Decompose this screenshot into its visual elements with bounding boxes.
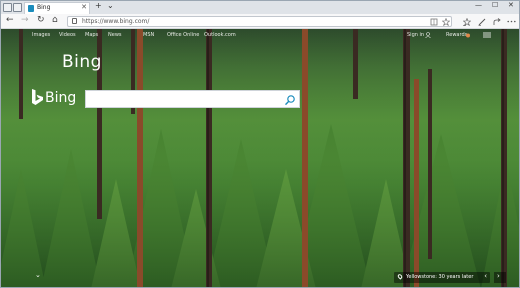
search-box[interactable] [85, 90, 300, 108]
lock-icon [72, 18, 77, 24]
user-avatar-icon[interactable] [425, 32, 431, 38]
tab-close-icon[interactable]: ✕ [81, 3, 87, 11]
search-input[interactable] [88, 93, 278, 106]
sign-in-link[interactable]: Sign in [407, 32, 424, 38]
image-caption[interactable]: Yellowstone: 30 years later [406, 274, 473, 280]
nav-news[interactable]: News [108, 32, 122, 38]
nav-msn[interactable]: MSN [143, 32, 154, 38]
nav-images[interactable]: Images [32, 32, 50, 38]
nav-office-online[interactable]: Office Online [167, 32, 199, 38]
url-text[interactable]: https://www.bing.com/ [82, 18, 149, 25]
forward-button[interactable]: → [21, 15, 29, 25]
bing-favicon-icon [28, 5, 34, 12]
search-icon[interactable] [284, 94, 296, 106]
address-bar[interactable]: https://www.bing.com/ [67, 16, 452, 27]
browser-window: Bing ✕ + ⌄ — ☐ ✕ ← → ↻ ⌂ https://www.bin… [0, 0, 520, 288]
bing-logo-text: Bing [45, 90, 77, 106]
next-image-icon[interactable]: › [497, 272, 500, 280]
tab-bing[interactable]: Bing ✕ [24, 2, 90, 14]
close-window-button[interactable]: ✕ [508, 1, 514, 9]
image-info-bar[interactable]: Yellowstone: 30 years later ‹ [394, 272, 490, 283]
bing-b-icon [32, 89, 43, 105]
maximize-button[interactable]: ☐ [492, 1, 498, 9]
location-pin-icon [396, 273, 404, 280]
rewards-medal-icon[interactable] [465, 32, 471, 38]
nav-maps[interactable]: Maps [85, 32, 98, 38]
minimize-button[interactable]: — [475, 1, 482, 9]
tab-strip: Bing ✕ + ⌄ — ☐ ✕ [1, 1, 519, 14]
navigation-bar: ← → ↻ ⌂ https://www.bing.com/ [1, 14, 519, 29]
more-icon[interactable] [507, 20, 516, 23]
headline-bing: Bing [62, 52, 102, 72]
refresh-button[interactable]: ↻ [37, 15, 45, 25]
nav-outlook[interactable]: Outlook.com [204, 32, 236, 38]
back-button[interactable]: ← [6, 15, 14, 25]
nav-videos[interactable]: Videos [59, 32, 76, 38]
set-aside-tabs-icon[interactable] [13, 3, 22, 12]
tab-menu-chevron-icon[interactable]: ⌄ [107, 1, 114, 10]
tab-title: Bing [37, 4, 51, 11]
tab-preview-icon[interactable] [3, 3, 12, 12]
hamburger-menu-icon[interactable] [483, 32, 491, 38]
reading-view-icon[interactable] [430, 18, 438, 26]
new-tab-button[interactable]: + [95, 1, 102, 10]
previous-image-icon[interactable]: ‹ [484, 272, 487, 280]
scroll-down-chevron-icon[interactable]: ⌄ [35, 271, 41, 279]
favorite-star-icon[interactable] [442, 18, 450, 26]
pen-icon[interactable] [478, 18, 486, 26]
next-image-button[interactable]: › [494, 272, 506, 283]
bing-homepage: Images Videos Maps News MSN Office Onlin… [1, 29, 519, 287]
home-button[interactable]: ⌂ [52, 15, 58, 25]
share-icon[interactable] [493, 18, 501, 26]
favorites-hub-icon[interactable] [463, 18, 471, 26]
